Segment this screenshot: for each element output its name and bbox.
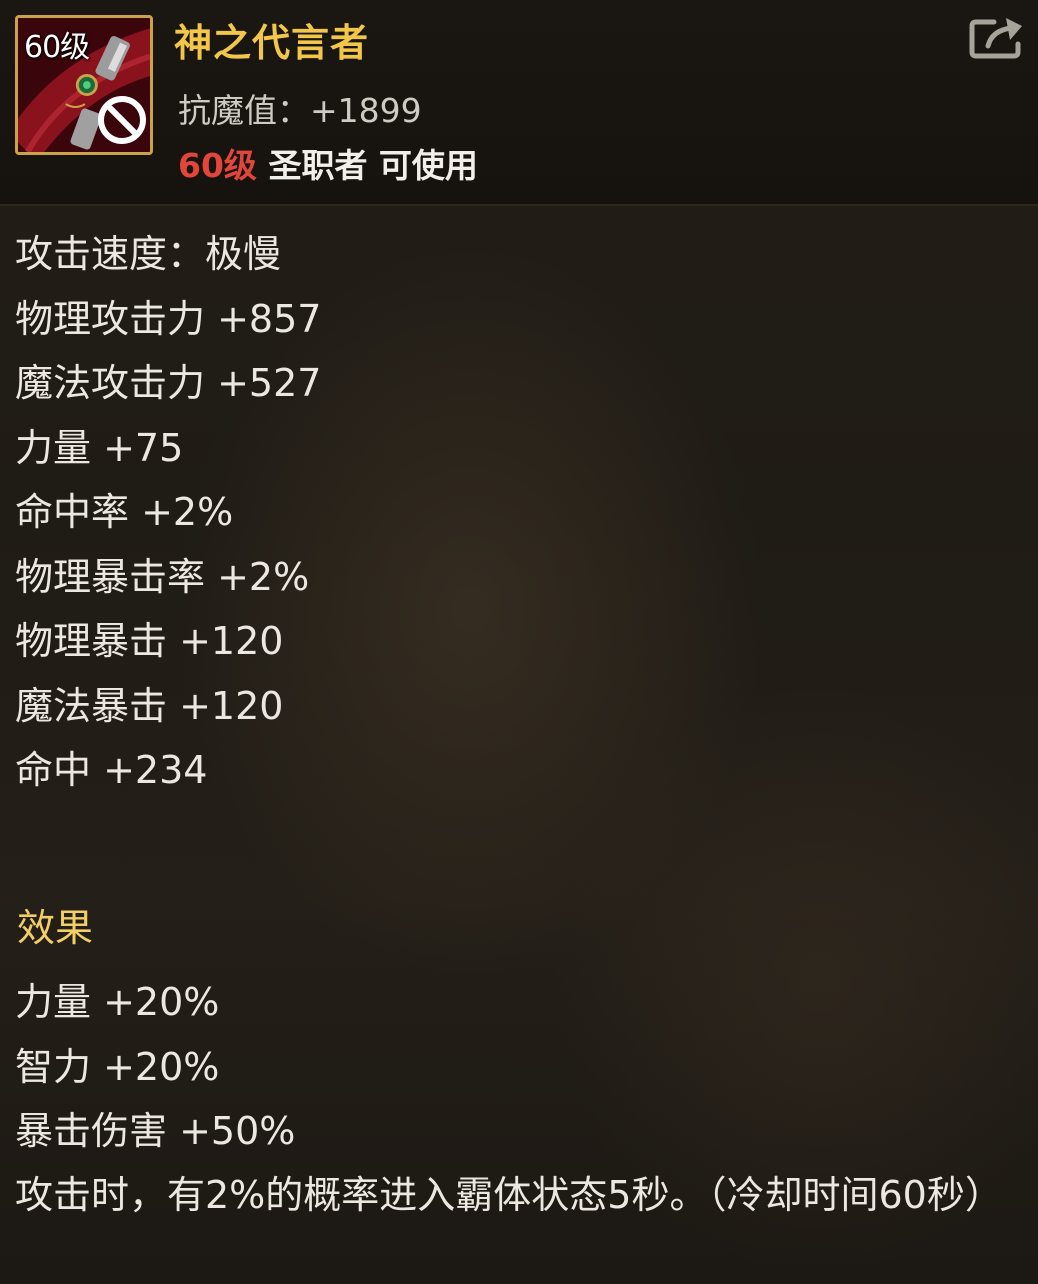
item-header: 60级 神之代言者 抗魔值：+1899 60级 圣职者 可使用 [0, 0, 1038, 206]
effect-crit-damage: 暴击伤害 +50% [15, 1109, 296, 1153]
stat-attack-speed: 攻击速度：极慢 [15, 232, 282, 276]
effects-list: 力量 +20% 智力 +20% 暴击伤害 +50% [15, 970, 1015, 1164]
stat-physical-crit: 物理暴击 +120 [15, 619, 284, 663]
forbidden-icon [98, 96, 146, 144]
stat-hit-rate: 命中率 +2% [15, 490, 234, 534]
effect-strength: 力量 +20% [15, 980, 220, 1024]
item-stats-list: 攻击速度：极慢 物理攻击力 +857 魔法攻击力 +527 力量 +75 命中率… [15, 222, 1015, 803]
effects-heading: 效果 [17, 906, 94, 950]
effect-intelligence: 智力 +20% [15, 1044, 220, 1089]
stat-magic-attack: 魔法攻击力 +527 [15, 361, 322, 405]
item-icon-slot[interactable]: 60级 [15, 15, 153, 155]
stat-strength: 力量 +75 [15, 425, 184, 470]
item-tooltip: 60级 神之代言者 抗魔值：+1899 60级 圣职者 可使用 攻击速度：极慢 … [0, 0, 1038, 1284]
share-icon[interactable] [968, 14, 1028, 62]
item-level-badge: 60级 [24, 30, 90, 65]
item-name: 神之代言者 [174, 21, 370, 65]
stat-physical-crit-rate: 物理暴击率 +2% [15, 554, 310, 599]
stat-hit: 命中 +234 [15, 748, 208, 792]
magic-resist-value: 抗魔值：+1899 [178, 91, 422, 130]
stat-magic-crit: 魔法暴击 +120 [15, 683, 284, 728]
stat-physical-attack: 物理攻击力 +857 [15, 296, 322, 341]
required-class: 圣职者 可使用 [268, 146, 478, 185]
required-level: 60级 [178, 146, 257, 185]
usage-requirement: 60级 圣职者 可使用 [178, 139, 478, 187]
effect-description: 攻击时，有2%的概率进入霸体状态5秒。（冷却时间60秒） [15, 1173, 1003, 1217]
